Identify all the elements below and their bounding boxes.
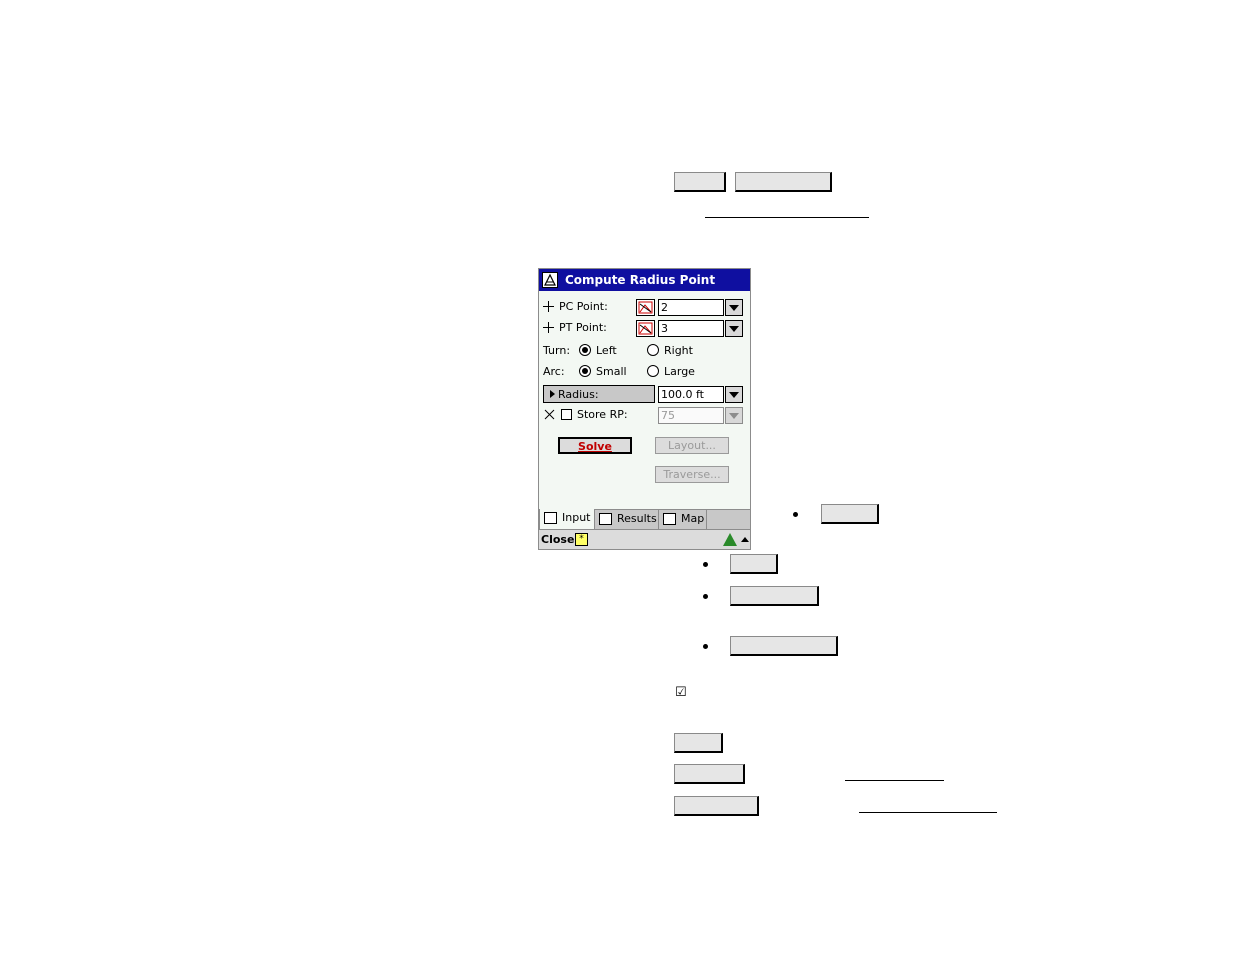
compute-radius-point-window: Compute Radius Point PC Point: 2 PT Poin…: [538, 268, 751, 550]
top-underline-link[interactable]: [705, 217, 869, 218]
up-arrow-icon[interactable]: [741, 537, 749, 542]
bottom-button-2[interactable]: [674, 764, 745, 784]
page-checkbox[interactable]: ☑: [675, 686, 687, 699]
bullet-1: [793, 512, 798, 517]
turn-right-label[interactable]: Right: [664, 344, 693, 357]
traverse-button: Traverse...: [655, 466, 729, 483]
turn-left-label[interactable]: Left: [596, 344, 617, 357]
window-title: Compute Radius Point: [565, 273, 716, 287]
radius-arrow-icon: [550, 390, 555, 398]
sun-icon[interactable]: *: [575, 533, 588, 546]
pc-point-plus-icon[interactable]: [543, 301, 554, 312]
store-rp-dropdown-button: [725, 407, 743, 424]
tab-input[interactable]: Input: [539, 509, 595, 529]
store-rp-label: Store RP:: [577, 408, 628, 421]
arc-small-radio[interactable]: [579, 365, 591, 377]
bullet-button-2[interactable]: [730, 554, 778, 574]
bottom-button-1[interactable]: [674, 733, 723, 753]
bullet-button-1[interactable]: [821, 504, 879, 524]
bullet-button-4[interactable]: [730, 636, 838, 656]
layout-button: Layout...: [655, 437, 729, 454]
bullet-2: [703, 562, 708, 567]
store-rp-x-icon: [544, 409, 555, 420]
tab-results-label: Results: [617, 512, 657, 525]
warning-icon[interactable]: [723, 533, 737, 546]
radius-dropdown-button[interactable]: [725, 386, 743, 403]
pt-point-plus-icon[interactable]: [543, 322, 554, 333]
turn-label: Turn:: [543, 344, 571, 357]
bullet-button-3[interactable]: [730, 586, 819, 606]
store-rp-checkbox[interactable]: [561, 409, 572, 420]
arc-large-label[interactable]: Large: [664, 365, 695, 378]
bullet-4: [703, 644, 708, 649]
solve-button[interactable]: Solve: [558, 437, 632, 454]
pc-point-input[interactable]: 2: [658, 299, 724, 316]
tab-strip: Input Results Map: [539, 509, 750, 529]
top-button-1[interactable]: [674, 172, 726, 192]
radius-input[interactable]: 100.0 ft: [658, 386, 724, 403]
radius-label: Radius:: [558, 388, 599, 401]
pt-point-map-select-icon[interactable]: [636, 320, 655, 337]
pt-point-input[interactable]: 3: [658, 320, 724, 337]
bullet-3: [703, 594, 708, 599]
pc-point-dropdown-button[interactable]: [725, 299, 743, 316]
input-tab-icon: [544, 512, 557, 524]
tab-results[interactable]: Results: [595, 510, 659, 529]
tab-map[interactable]: Map: [659, 510, 707, 529]
top-button-2[interactable]: [735, 172, 832, 192]
bottom-underline-link-2[interactable]: [859, 812, 997, 813]
arc-label: Arc:: [543, 365, 565, 378]
results-tab-icon: [599, 513, 612, 525]
close-button[interactable]: Close: [541, 533, 574, 546]
radius-selector[interactable]: Radius:: [543, 385, 655, 403]
turn-right-radio[interactable]: [647, 344, 659, 356]
pt-point-label: PT Point:: [559, 321, 607, 334]
tab-input-label: Input: [562, 511, 591, 524]
turn-left-radio[interactable]: [579, 344, 591, 356]
pc-point-map-select-icon[interactable]: [636, 299, 655, 316]
store-rp-input: 75: [658, 407, 724, 424]
tab-map-label: Map: [681, 512, 705, 525]
pt-point-dropdown-button[interactable]: [725, 320, 743, 337]
app-icon[interactable]: [542, 272, 558, 288]
arc-small-label[interactable]: Small: [596, 365, 627, 378]
bottom-underline-link-1[interactable]: [845, 780, 944, 781]
pc-point-label: PC Point:: [559, 300, 608, 313]
title-bar: Compute Radius Point: [539, 269, 750, 291]
arc-large-radio[interactable]: [647, 365, 659, 377]
map-tab-icon: [663, 513, 676, 525]
menu-bar: Close *: [539, 529, 750, 549]
bottom-button-3[interactable]: [674, 796, 759, 816]
